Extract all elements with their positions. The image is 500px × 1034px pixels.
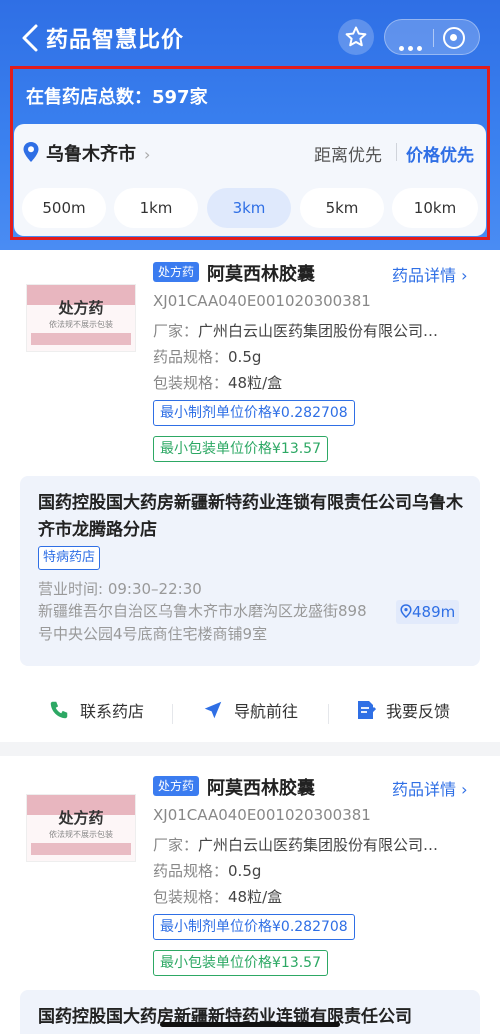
store-info-card[interactable]: 国药控股国大药房新疆新特药业连锁有限责任公司 [20,990,480,1034]
store-hours: 营业时间: 09:30–22:30 [38,580,202,598]
pack-row: 包装规格：48粒/盒 [153,372,282,393]
drug-image[interactable]: 处方药 依法规不展示包装 [26,794,136,862]
close-mini-program-icon[interactable] [443,27,465,49]
spec-label: 药品规格： [153,862,229,880]
store-info-card[interactable]: 国药控股国大药房新疆新特药业连锁有限责任公司乌鲁木齐市龙腾路分店 特病药店 营业… [20,476,480,666]
page-title: 药品智慧比价 [46,28,185,53]
drug-image-band [31,843,131,855]
store-name: 国药控股国大药房新疆新特药业连锁有限责任公司乌鲁木齐市龙腾路分店 [38,493,463,540]
more-icon[interactable] [399,36,426,55]
pack-label: 包装规格： [153,374,229,392]
drug-image-title: 处方药 [58,809,104,827]
min-pack-price-tag: 最小包装单位价格¥13.57 [153,950,328,976]
drug-name: 阿莫西林胶囊 [207,778,315,799]
phone-icon [50,701,68,719]
spec-value: 0.5g [228,862,262,880]
highlight-box [10,66,490,240]
home-indicator [160,1022,340,1027]
drug-code: XJ01CAA040E001020300381 [153,292,371,310]
top-bar: 药品智慧比价 [0,0,500,76]
rx-badge: 处方药 [153,776,200,796]
spec-label: 药品规格： [153,348,229,366]
drug-image-band [31,333,131,345]
feedback-icon [358,701,376,719]
store-tag: 特病药店 [38,546,101,570]
back-button[interactable] [18,20,48,56]
chevron-right-icon: › [461,780,468,799]
action-divider [172,704,173,724]
drug-image-note: 依法规不展示包装 [49,320,113,329]
manufacturer-label: 厂家： [153,322,199,340]
rx-badge: 处方药 [153,262,200,282]
location-icon [400,604,412,618]
drug-name: 阿莫西林胶囊 [207,264,315,285]
listing-card: 处方药 依法规不展示包装 处方药 阿莫西林胶囊 药品详情 › XJ01CAA04… [0,756,500,1034]
star-icon [345,26,367,47]
chevron-left-icon [22,24,38,52]
drug-detail-label: 药品详情 [392,780,457,799]
drug-code: XJ01CAA040E001020300381 [153,806,371,824]
min-pack-price-tag: 最小包装单位价格¥13.57 [153,436,328,462]
pack-row: 包装规格：48粒/盒 [153,886,282,907]
capsule-divider [433,29,434,47]
navigation-arrow-icon [204,701,222,719]
manufacturer-row: 厂家：广州白云山医药集团股份有限公司… [153,834,438,855]
contact-store-button[interactable]: 联系药店 [48,698,144,722]
feedback-button[interactable]: 我要反馈 [356,698,450,722]
feedback-label: 我要反馈 [386,702,451,721]
store-distance-value: 489m [412,603,456,621]
store-address: 新疆维吾尔自治区乌鲁木齐市水磨沟区龙盛街898号中央公园4号底商住宅楼商铺9室 [38,602,367,643]
drug-detail-link[interactable]: 药品详情 › [392,262,468,286]
drug-image-note: 依法规不展示包装 [49,830,113,839]
action-bar: 联系药店 导航前往 我要反馈 [0,682,500,742]
listing-card: 处方药 依法规不展示包装 处方药 阿莫西林胶囊 药品详情 › XJ01CAA04… [0,250,500,742]
mini-program-capsule [384,19,480,55]
manufacturer-label: 厂家： [153,836,199,854]
navigate-button[interactable]: 导航前往 [202,698,298,722]
drug-detail-label: 药品详情 [392,266,457,285]
store-distance: 489m [396,600,460,624]
navigate-label: 导航前往 [234,702,299,721]
manufacturer-value: 广州白云山医药集团股份有限公司… [198,836,439,854]
pack-value: 48粒/盒 [228,374,283,392]
min-unit-price-tag: 最小制剂单位价格¥0.282708 [153,400,355,426]
manufacturer-row: 厂家：广州白云山医药集团股份有限公司… [153,320,438,341]
manufacturer-value: 广州白云山医药集团股份有限公司… [198,322,439,340]
drug-detail-link[interactable]: 药品详情 › [392,776,468,800]
spec-row: 药品规格：0.5g [153,346,261,367]
contact-store-label: 联系药店 [80,702,145,721]
spec-row: 药品规格：0.5g [153,860,261,881]
pack-label: 包装规格： [153,888,229,906]
drug-image[interactable]: 处方药 依法规不展示包装 [26,284,136,352]
spec-value: 0.5g [228,348,262,366]
favorite-button[interactable] [338,19,374,55]
drug-image-title: 处方药 [58,299,104,317]
action-divider [328,704,329,724]
min-unit-price-tag: 最小制剂单位价格¥0.282708 [153,914,355,940]
chevron-right-icon: › [461,266,468,285]
pack-value: 48粒/盒 [228,888,283,906]
